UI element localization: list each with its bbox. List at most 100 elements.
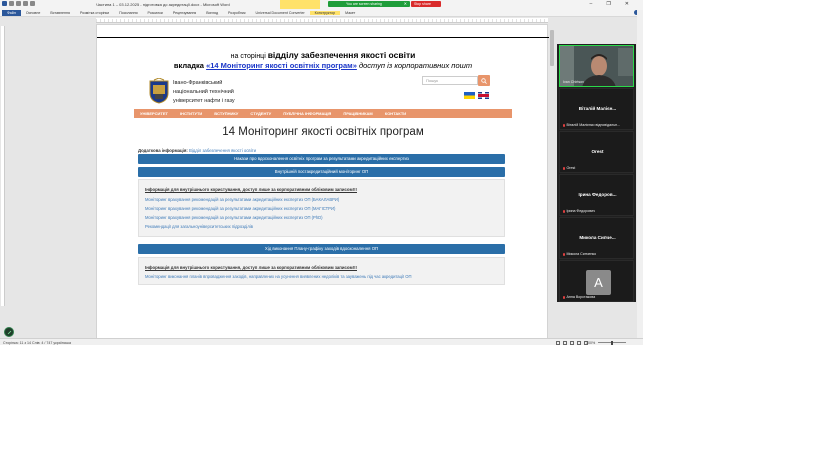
participant-tile[interactable]: Микола Сипче... Микола Сипченко (559, 217, 634, 259)
quick-access-toolbar (2, 1, 35, 6)
ukrainian-flag-icon[interactable] (464, 92, 475, 99)
view-buttons (556, 340, 588, 345)
zoom-level[interactable]: 100% (586, 341, 595, 345)
site-navbar: УНІВЕРСИТЕТ ІНСТИТУТИ ВСТУПНИКУ СТУДЕНТУ ПУБ… (134, 109, 512, 118)
ribbon-tab[interactable]: Розробник (223, 11, 250, 15)
participant-label-text: Orest (566, 166, 576, 170)
site-search-button[interactable] (478, 75, 490, 86)
title-bar: Частина 1 – 03.12.2025 - підготовка до а… (0, 0, 643, 9)
participant-tile[interactable]: Віталій Малієн... Віталій Малієнко відпо… (559, 88, 634, 130)
nav-item[interactable]: КОНТАКТИ (379, 111, 412, 116)
nav-item[interactable]: ВСТУПНИКУ (208, 111, 244, 116)
postaccreditation-accordion-bar[interactable]: Внутрішній постакредитаційний моніторинг… (138, 167, 505, 177)
page-heading: 14 Моніторинг якості освітніх програм (222, 126, 424, 138)
quality-department-link[interactable]: Відділ забезпечення якості освіти (189, 148, 256, 153)
participant-label-text: Віталій Малієнко відповідальн... (566, 123, 621, 127)
monitoring-masters-link[interactable]: Моніторинг врахування рекомендацій за ре… (145, 206, 335, 211)
pen-icon (7, 330, 12, 335)
nav-item[interactable]: ІНСТИТУТИ (174, 111, 208, 116)
window-controls: – ❐ ✕ (590, 1, 629, 7)
participant-label-text: Ірина Федорович (566, 209, 596, 213)
contextual-tab-highlight (280, 0, 320, 9)
participant-tile[interactable]: Orest Orest (559, 131, 634, 173)
print-icon[interactable] (30, 1, 35, 6)
self-name-label: Ivan Chirtsov (563, 80, 584, 84)
monitoring-bachelors-link[interactable]: Моніторинг врахування рекомендацій за ре… (145, 197, 339, 202)
nav-item[interactable]: ПУБЛІЧНА ІНФОРМАЦІЯ (277, 111, 337, 116)
participant-name-label: Віталій Малієнко відповідальн... (563, 123, 620, 127)
nav-item[interactable]: ПРАЦІВНИКАМ (337, 111, 378, 116)
status-bar: Сторінка: 11 з 14 Слів: 4 / 747 українсь… (0, 338, 643, 345)
document-scrollbar[interactable] (549, 24, 555, 338)
word-window: Частина 1 – 03.12.2025 - підготовка до а… (0, 0, 643, 345)
nav-item[interactable]: СТУДЕНТУ (244, 111, 277, 116)
monitoring-phd-link[interactable]: Моніторинг врахування рекомендацій за ре… (145, 215, 323, 220)
close-icon[interactable]: ✕ (625, 1, 629, 7)
university-name-line-3: університет нафти і газу (173, 98, 235, 104)
collapse-share-icon[interactable]: ✕ (404, 1, 407, 6)
ribbon-tab[interactable]: Universal Document Converter (251, 11, 310, 15)
orders-accordion-bar[interactable]: Накази про вдосконалення освітніх програ… (138, 154, 505, 164)
muted-mic-icon (563, 209, 565, 213)
university-name-line-2: національний технічний (173, 89, 234, 95)
line1-prefix: на сторінці (230, 53, 268, 60)
plan-implementation-link[interactable]: Моніторинг виконання планів впровадження… (145, 274, 412, 279)
muted-mic-icon (563, 252, 565, 256)
self-video-tile[interactable]: Ivan Chirtsov (559, 45, 634, 87)
postaccreditation-panel: Інформація для внутрішнього користування… (138, 179, 505, 237)
redo-icon[interactable] (23, 1, 28, 6)
ribbon-tab[interactable]: Файл (2, 9, 21, 16)
ribbon-tab[interactable]: Основне (21, 11, 45, 15)
stop-share-button[interactable]: Stop share (411, 1, 441, 7)
participant-name-label: Orest (563, 166, 575, 170)
additional-info-label: Додаткова інформація: (138, 148, 188, 153)
improvement-plan-accordion-bar[interactable]: Хід виконання Плану-графіку заходів вдос… (138, 244, 505, 254)
participant-display-name: Віталій Малієн... (578, 106, 617, 111)
document-page[interactable]: на сторінці відділу забезпечення якості … (96, 24, 549, 340)
participant-display-name: Микола Сипче... (579, 235, 616, 240)
ribbon-tab[interactable]: Вигляд (201, 11, 223, 15)
scroll-thumb[interactable] (550, 30, 554, 66)
ribbon-tab[interactable]: Вставлення (45, 11, 75, 15)
participant-name-label: Микола Сипченко (563, 252, 596, 256)
participant-display-name: Orest (591, 149, 604, 154)
vertical-ruler[interactable] (1, 26, 5, 306)
university-name-line-1: Івано-Франківський (173, 80, 223, 86)
participant-tile[interactable]: Ірина Федоров... Ірина Федорович (559, 174, 634, 216)
recommendations-units-link[interactable]: Рекомендації для загальноуніверситетськи… (145, 224, 253, 229)
ribbon-tab[interactable]: Макет (340, 11, 360, 15)
copilot-icon[interactable] (4, 327, 14, 337)
full-screen-icon[interactable] (563, 340, 567, 345)
monitoring-tab-link[interactable]: «14 Моніторинг якості освітніх програм» (206, 61, 357, 70)
ribbon-tab[interactable]: Розсилки (143, 11, 168, 15)
english-flag-icon[interactable] (478, 92, 489, 99)
outline-icon[interactable] (577, 340, 581, 345)
ribbon-tab[interactable]: Конструктор (309, 10, 341, 15)
line2-prefix: вкладка (173, 61, 207, 70)
site-search-input[interactable]: Пошук (422, 76, 478, 85)
nav-item[interactable]: УНІВЕРСИТЕТ (134, 111, 174, 116)
print-layout-icon[interactable] (556, 340, 560, 345)
window-title: Частина 1 – 03.12.2025 - підготовка до а… (96, 2, 230, 7)
zoom-slider-knob[interactable] (611, 340, 613, 345)
save-icon[interactable] (9, 1, 14, 6)
instruction-line-2: вкладка «14 Моніторинг якості освітніх п… (97, 61, 549, 70)
additional-info: Додаткова інформація: Відділ забезпеченн… (138, 148, 256, 153)
minimize-icon[interactable]: – (590, 1, 593, 7)
page-top-rule (97, 37, 549, 38)
maximize-icon[interactable]: ❐ (606, 1, 610, 7)
screen-sharing-label: You are screen sharing (346, 2, 382, 6)
participant-tile[interactable]: A Анна Ворстакова (559, 260, 634, 302)
word-app-icon (2, 1, 7, 6)
participant-label-text: Анна Ворстакова (566, 295, 596, 299)
internal-use-warning-2: Інформація для внутрішнього користування… (145, 265, 357, 270)
ribbon-tab[interactable]: Посилання (114, 11, 142, 15)
line2-suffix: доступ із корпоративних пошт (356, 61, 473, 70)
web-layout-icon[interactable] (570, 340, 574, 345)
horizontal-ruler[interactable] (96, 18, 548, 23)
ribbon-tab[interactable]: Рецензування (168, 11, 201, 15)
ribbon-tab[interactable]: Розмітка сторінки (75, 11, 114, 15)
instruction-line-1: на сторінці відділу забезпечення якості … (97, 50, 549, 60)
undo-icon[interactable] (16, 1, 21, 6)
participant-avatar: A (586, 270, 611, 295)
